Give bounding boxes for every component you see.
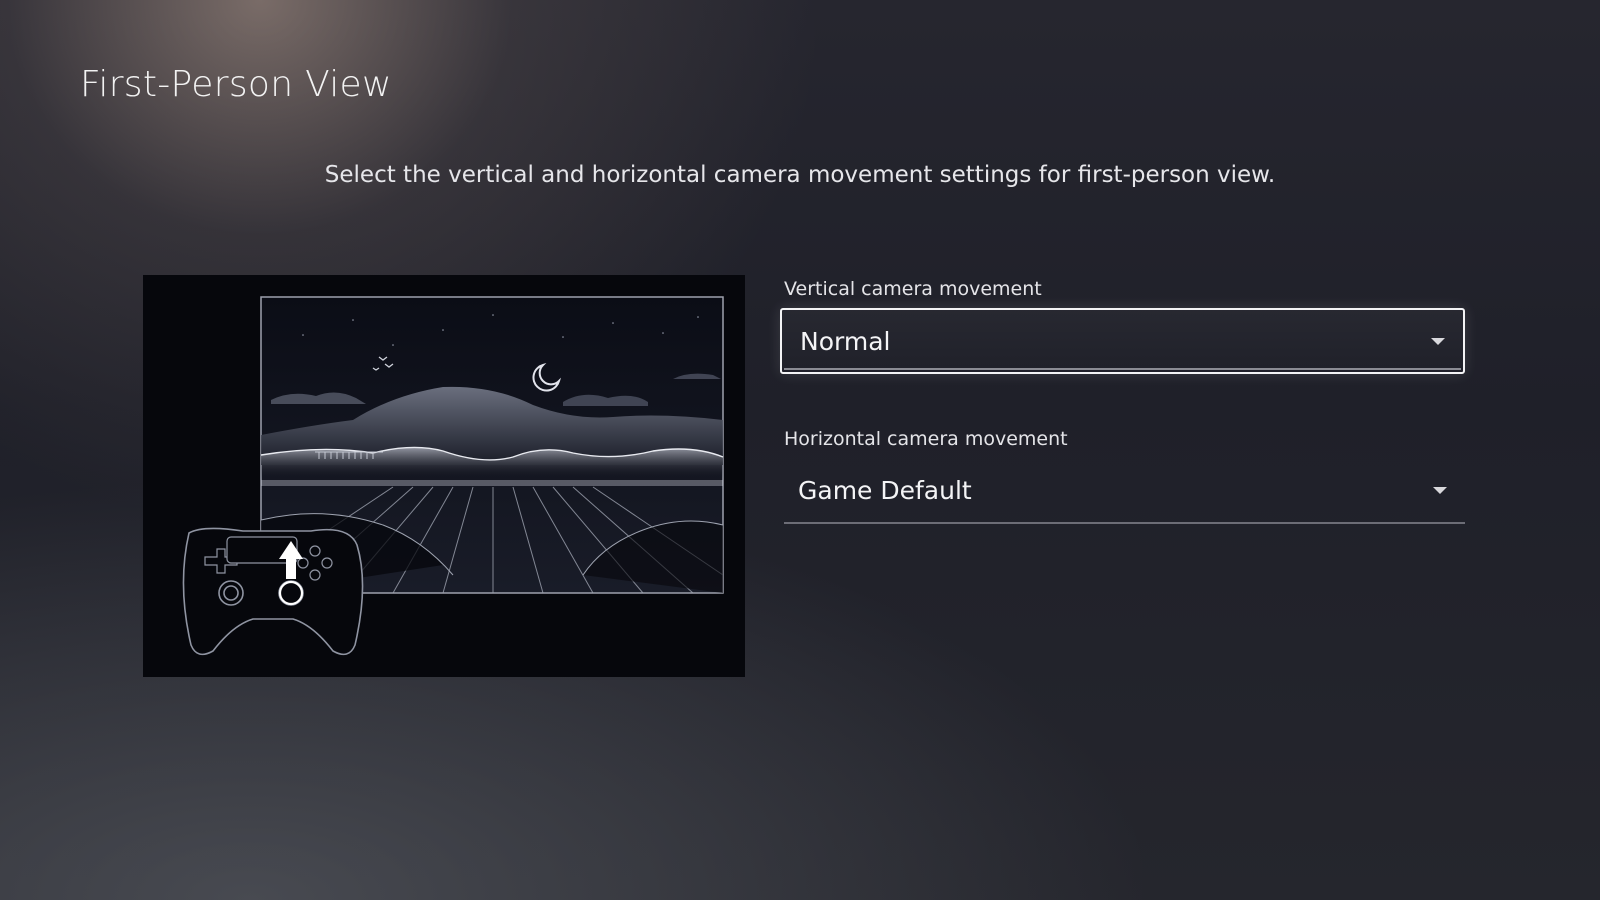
chevron-down-icon bbox=[1433, 487, 1447, 494]
camera-movement-illustration bbox=[143, 275, 745, 677]
horizontal-camera-setting: Horizontal camera movement Game Default bbox=[780, 428, 1465, 524]
page-title: First-Person View bbox=[80, 64, 392, 105]
controller-icon bbox=[182, 527, 364, 656]
vertical-camera-setting: Vertical camera movement Normal bbox=[780, 278, 1465, 374]
camera-settings-panel: Vertical camera movement Normal Horizont… bbox=[780, 278, 1465, 524]
vertical-camera-dropdown[interactable]: Normal bbox=[780, 308, 1465, 374]
vertical-camera-value: Normal bbox=[800, 326, 891, 356]
landscape-scene-image bbox=[182, 296, 724, 656]
vertical-camera-label: Vertical camera movement bbox=[784, 278, 1042, 300]
page-description: Select the vertical and horizontal camer… bbox=[324, 162, 1276, 188]
bridge-icon bbox=[315, 451, 383, 459]
horizontal-camera-label: Horizontal camera movement bbox=[784, 428, 1068, 450]
horizontal-camera-value: Game Default bbox=[798, 475, 972, 505]
horizontal-camera-dropdown[interactable]: Game Default bbox=[784, 458, 1465, 524]
chevron-down-icon bbox=[1431, 338, 1445, 345]
